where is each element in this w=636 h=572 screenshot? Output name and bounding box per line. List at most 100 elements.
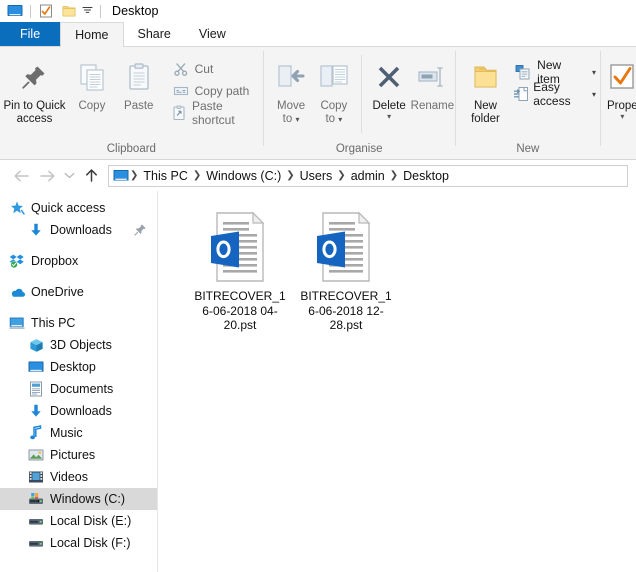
file-item[interactable]: BITRECOVER_16-06-2018 12-28.pst [296, 209, 396, 333]
copy-to-label: Copy to ▾ [320, 100, 348, 125]
ribbon-group-clipboard: Pin to Quick access Copy Paste Cut Copy … [0, 47, 263, 159]
nav-item-desktop[interactable]: Desktop [0, 356, 157, 378]
nav-item-onedrive[interactable]: OneDrive [0, 281, 157, 303]
nav-item-documents[interactable]: Documents [0, 378, 157, 400]
nav-item-downloads-quick[interactable]: Downloads [0, 219, 157, 241]
breadcrumb-item-windows-c[interactable]: Windows (C:) [202, 169, 285, 183]
properties-check-icon [607, 57, 636, 97]
delete-caret-icon[interactable]: ▾ [387, 113, 391, 121]
breadcrumb-item-desktop[interactable]: Desktop [399, 169, 453, 183]
rename-button[interactable]: Rename [410, 53, 455, 113]
nav-item-videos[interactable]: Videos [0, 466, 157, 488]
ribbon-group-label-open [601, 140, 636, 159]
3d-objects-icon [27, 337, 45, 353]
delete-button[interactable]: Delete ▾ [368, 53, 410, 121]
rename-label: Rename [410, 100, 455, 112]
breadcrumb-item-users[interactable]: Users [296, 169, 337, 183]
easy-access-label: Easy access [533, 80, 571, 108]
copy-label: Copy [78, 100, 106, 112]
tab-home[interactable]: Home [60, 22, 124, 47]
onedrive-cloud-icon [8, 284, 26, 300]
nav-item-label: This PC [31, 316, 76, 330]
quick-access-star-icon [8, 200, 26, 216]
nav-item-3d-objects[interactable]: 3D Objects [0, 334, 157, 356]
nav-item-this-pc[interactable]: This PC [0, 312, 157, 334]
navigation-pane: Quick access Downloads Dropbox OneDrive … [0, 191, 158, 572]
this-pc-monitor-icon [8, 315, 26, 331]
window-title: Desktop [112, 4, 159, 18]
file-item[interactable]: BITRECOVER_16-06-2018 04-20.pst [190, 209, 290, 333]
breadcrumb-separator: ❯ [286, 170, 295, 181]
forward-arrow-icon[interactable] [34, 169, 60, 183]
hard-drive-icon [27, 513, 45, 529]
paste-button[interactable]: Paste [115, 53, 163, 113]
nav-item-dropbox[interactable]: Dropbox [0, 250, 157, 272]
ribbon-group-organise: Move to ▾ Copy to ▾ Delete ▾ Rename Orga… [264, 47, 455, 159]
tab-view[interactable]: View [185, 22, 240, 46]
nav-item-label: OneDrive [31, 285, 84, 299]
copy-button[interactable]: Copy [69, 53, 115, 113]
nav-item-downloads[interactable]: Downloads [0, 400, 157, 422]
back-arrow-icon[interactable] [8, 169, 34, 183]
new-item-caret-icon[interactable]: ▾ [592, 68, 596, 77]
easy-access-caret-icon[interactable]: ▾ [592, 90, 596, 99]
organise-inner-separator [361, 55, 363, 133]
nav-item-local-disk-e[interactable]: Local Disk (E:) [0, 510, 157, 532]
file-list-view[interactable]: BITRECOVER_16-06-2018 04-20.pst BITRECOV… [158, 191, 636, 572]
nav-item-label: Documents [50, 382, 114, 396]
pictures-icon [27, 447, 45, 463]
paste-shortcut-label: Paste shortcut [192, 99, 235, 127]
move-to-button[interactable]: Move to ▾ [270, 53, 313, 126]
nav-item-label: Dropbox [31, 254, 79, 268]
breadcrumb-item-this-pc[interactable]: This PC [139, 169, 191, 183]
ribbon-group-label-new: New [516, 143, 540, 155]
breadcrumb-item-admin[interactable]: admin [347, 169, 389, 183]
paste-icon [123, 57, 155, 97]
breadcrumb[interactable]: ❯ This PC ❯ Windows (C:) ❯ Users ❯ admin… [108, 164, 628, 187]
properties-caret-icon[interactable]: ▾ [620, 113, 624, 121]
copy-to-button[interactable]: Copy to ▾ [312, 53, 355, 126]
nav-item-label: Music [50, 426, 83, 440]
properties-button[interactable]: Prope ▾ [607, 53, 636, 121]
nav-item-local-disk-f[interactable]: Local Disk (F:) [0, 532, 157, 554]
nav-item-quick-access[interactable]: Quick access [0, 197, 157, 219]
copy-path-icon [171, 82, 191, 100]
file-name: BITRECOVER_16-06-2018 12-28.pst [300, 289, 392, 332]
ribbon-group-open: Prope ▾ [601, 47, 636, 159]
new-folder-button[interactable]: New folder [464, 53, 508, 126]
outlook-pst-file-icon [314, 209, 378, 285]
recent-locations-icon[interactable] [60, 171, 78, 180]
file-explorer-window: Desktop File Home Share View Pin to Quic… [0, 0, 636, 572]
copy-path-label: Copy path [194, 84, 250, 98]
nav-item-label: 3D Objects [50, 338, 112, 352]
pin-to-quick-access-button[interactable]: Pin to Quick access [0, 53, 69, 126]
nav-item-label: Quick access [31, 201, 106, 215]
up-arrow-icon[interactable] [78, 168, 104, 183]
downloads-arrow-icon [27, 403, 45, 419]
paste-shortcut-button[interactable]: Paste shortcut [167, 99, 263, 127]
easy-access-icon [513, 85, 529, 103]
nav-item-label: Downloads [50, 404, 112, 418]
nav-item-windows-c[interactable]: Windows (C:) [0, 488, 157, 510]
nav-item-music[interactable]: Music [0, 422, 157, 444]
downloads-arrow-icon [27, 222, 45, 238]
desktop-view-icon[interactable] [7, 3, 23, 19]
tab-file[interactable]: File [0, 22, 61, 46]
cut-button[interactable]: Cut [167, 58, 263, 80]
customize-dropdown-icon[interactable] [82, 2, 93, 20]
desktop-icon[interactable] [113, 169, 129, 183]
new-folder-icon[interactable] [61, 3, 77, 19]
tab-share[interactable]: Share [124, 22, 185, 46]
properties-icon[interactable] [38, 3, 54, 19]
nav-item-label: Desktop [50, 360, 96, 374]
videos-icon [27, 469, 45, 485]
qat-divider-2 [100, 4, 101, 18]
file-name: BITRECOVER_16-06-2018 04-20.pst [194, 289, 286, 332]
nav-item-pictures[interactable]: Pictures [0, 444, 157, 466]
pin-icon[interactable] [134, 223, 147, 241]
move-to-icon [274, 57, 308, 97]
nav-item-label: Local Disk (E:) [50, 514, 132, 528]
music-note-icon [27, 425, 45, 441]
breadcrumb-separator: ❯ [192, 170, 202, 181]
easy-access-button[interactable]: Easy access ▾ [509, 80, 600, 108]
